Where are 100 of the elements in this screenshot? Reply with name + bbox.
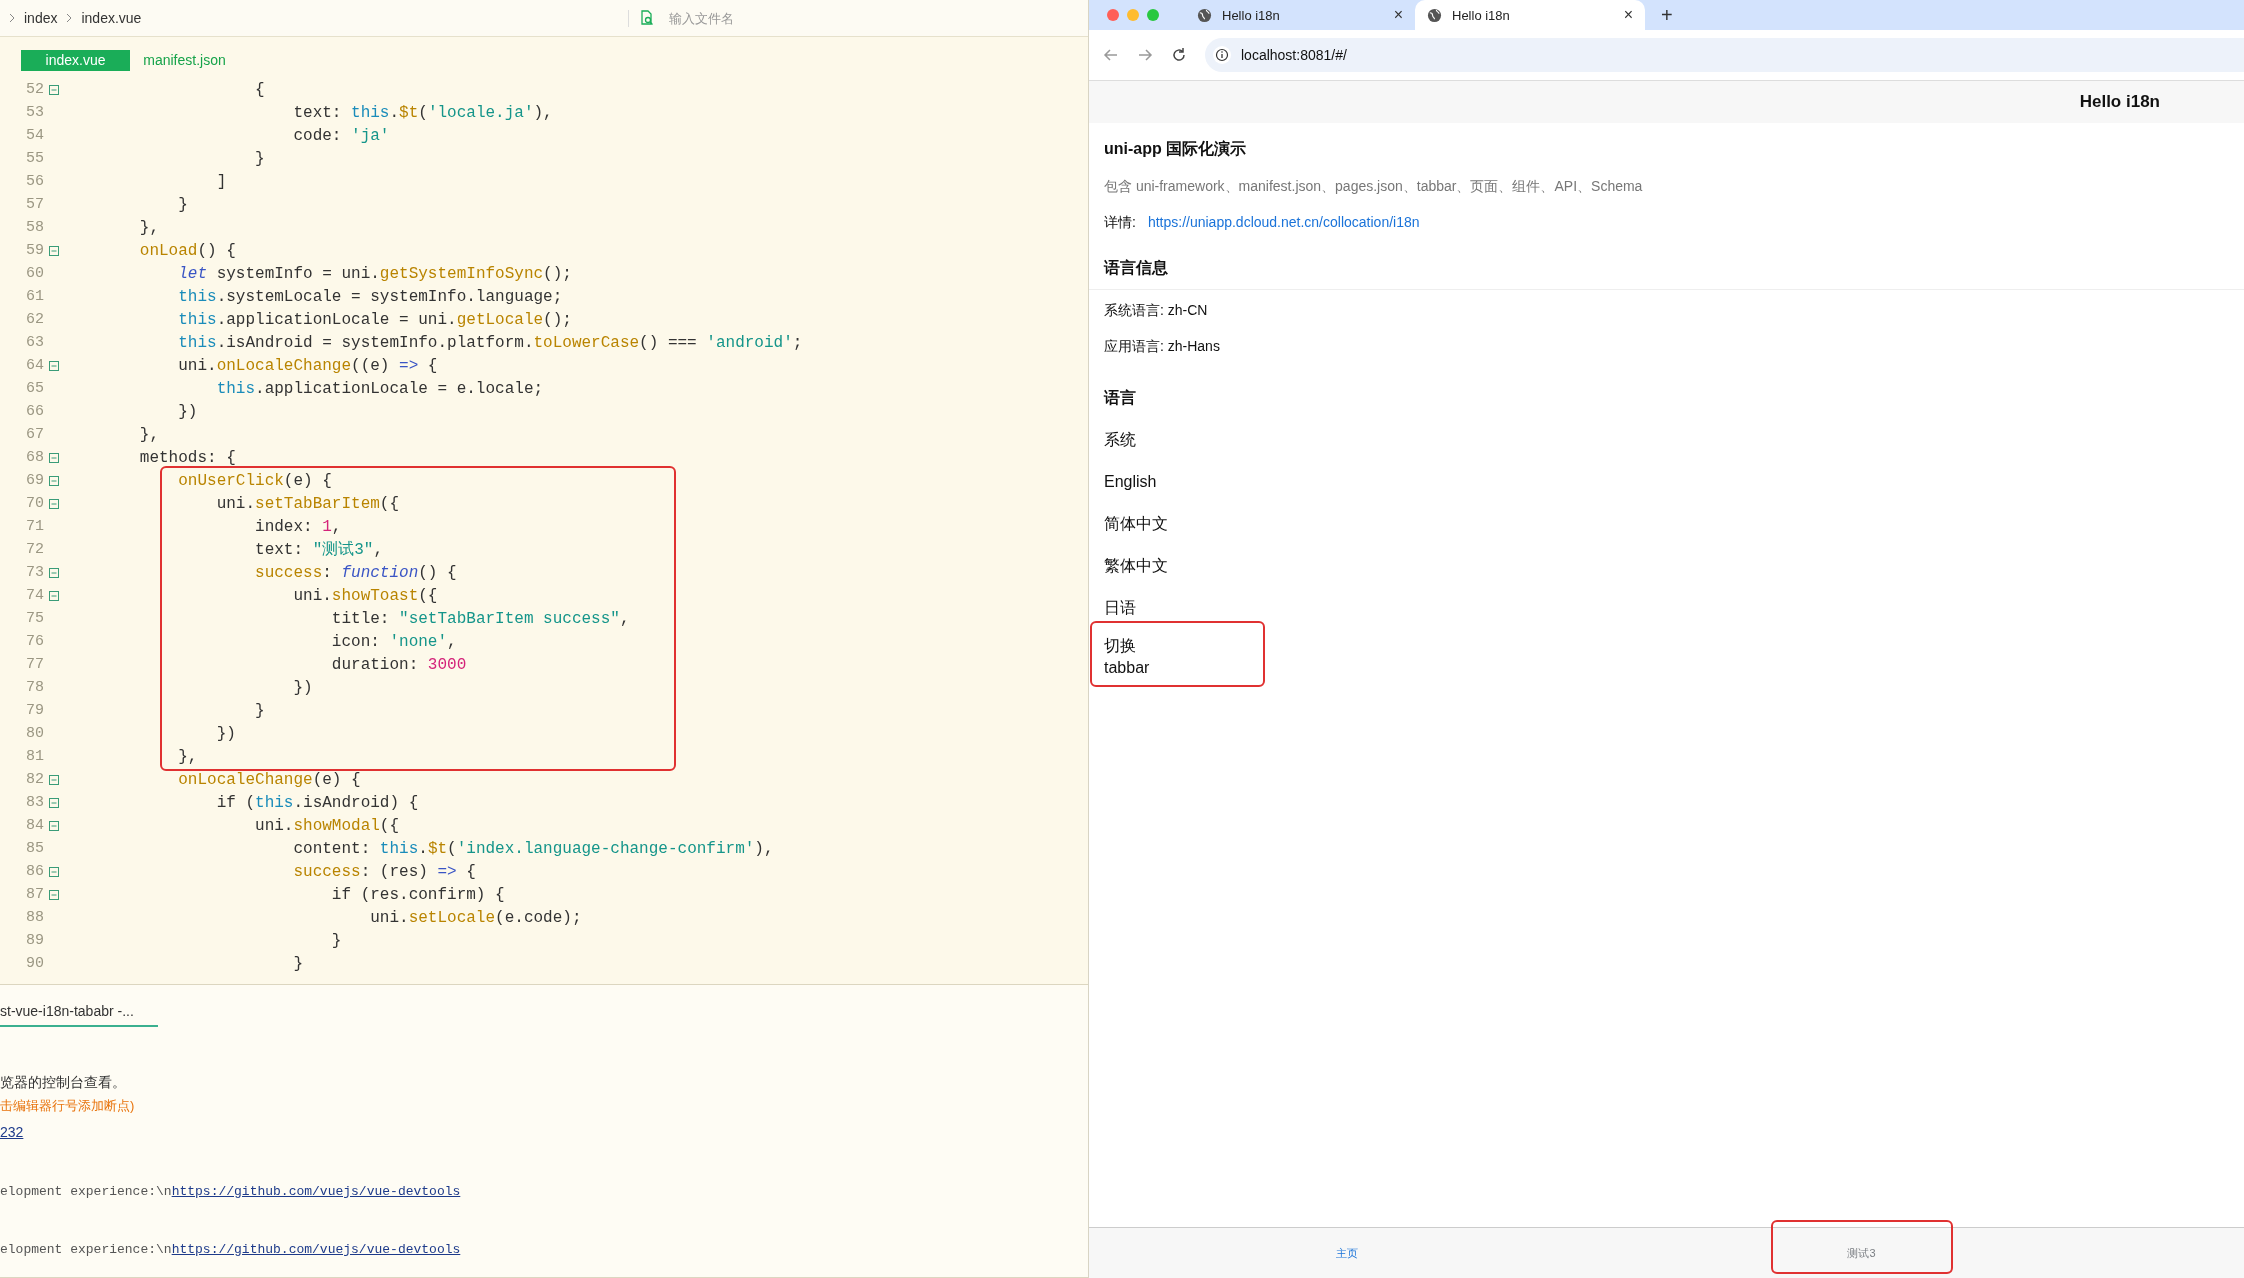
console-link[interactable]: 232: [0, 1124, 24, 1140]
fold-icon[interactable]: [48, 820, 59, 831]
detail-link[interactable]: https://uniapp.dcloud.net.cn/collocation/i18n: [1147, 214, 1420, 232]
window-close-button[interactable]: [1107, 9, 1119, 21]
line-number: 87: [25, 886, 44, 903]
reload-icon[interactable]: [1171, 47, 1187, 63]
page-title: uni-app 国际化演示: [1104, 139, 1248, 159]
line-number: 83: [25, 794, 44, 811]
forward-icon[interactable]: [1137, 47, 1153, 63]
breadcrumb-item[interactable]: index.vue: [81, 10, 142, 26]
line-number: 88: [25, 909, 44, 926]
browser-tab[interactable]: Hello i18n ×: [1185, 0, 1415, 30]
console-text: elopment experience:\n: [0, 1184, 172, 1199]
console-link[interactable]: https://github.com/vuejs/vue-devtools: [171, 1242, 461, 1257]
language-option[interactable]: 日语: [1104, 587, 1136, 629]
fold-icon[interactable]: [48, 590, 59, 601]
line-number: 84: [25, 817, 44, 834]
code-line: this.applicationLocale = e.locale;: [215, 379, 544, 398]
language-option[interactable]: 简体中文: [1104, 503, 1168, 545]
fold-icon[interactable]: [48, 245, 59, 256]
address-bar[interactable]: localhost:8081/#/: [1205, 38, 2244, 72]
code-line: uni.setLocale(e.code);: [369, 908, 582, 927]
url-text: localhost:8081/#/: [1241, 47, 1347, 63]
line-number: 81: [25, 748, 44, 765]
code-line: code: 'ja': [292, 126, 390, 145]
code-line: let systemInfo = uni.getSystemInfoSync();: [177, 264, 572, 283]
info-icon[interactable]: [1213, 46, 1231, 64]
code-line: uni.setTabBarItem({: [215, 494, 400, 513]
line-number: 64: [25, 357, 44, 374]
line-number: 62: [25, 311, 44, 328]
info-text: 系统语言: zh-CN: [1104, 302, 1209, 320]
code-line: content: this.$t('index.language-change-confirm'),: [292, 839, 774, 858]
code-line: },: [138, 218, 159, 237]
language-option[interactable]: English: [1104, 461, 1157, 503]
code-line: }): [177, 402, 198, 421]
section-heading: 语言: [1104, 388, 1137, 408]
code-line: this.isAndroid = systemInfo.platform.toLowerCase() === 'android';: [177, 333, 803, 352]
detail-label: 详情:: [1104, 214, 1136, 232]
info-text: 应用语言: zh-Hans: [1104, 338, 1221, 356]
line-number: 89: [25, 932, 44, 949]
close-tab-button[interactable]: ×: [1623, 6, 1633, 24]
close-tab-button[interactable]: ×: [1393, 6, 1403, 24]
globe-icon: [1197, 7, 1212, 23]
code-line: index: 1,: [254, 517, 342, 536]
language-option[interactable]: 系统: [1104, 419, 1136, 461]
console-link[interactable]: https://github.com/vuejs/vue-devtools: [171, 1184, 461, 1199]
back-icon[interactable]: [1103, 47, 1119, 63]
fold-icon[interactable]: [48, 84, 59, 95]
code-line: onLocaleChange(e) {: [177, 770, 361, 789]
console-text: 击编辑器行号添加断点): [0, 1098, 135, 1113]
fold-icon[interactable]: [48, 360, 59, 371]
tab-title: Hello i18n: [1222, 7, 1281, 23]
fold-icon[interactable]: [48, 889, 59, 900]
fold-icon[interactable]: [48, 567, 59, 578]
line-number: 85: [25, 840, 44, 857]
fold-icon[interactable]: [48, 866, 59, 877]
line-number: 70: [25, 495, 44, 512]
code-line: },: [177, 747, 198, 766]
language-option[interactable]: 繁体中文: [1104, 545, 1168, 587]
line-number: 82: [25, 771, 44, 788]
new-tab-button[interactable]: +: [1661, 3, 1673, 27]
line-number: 63: [25, 334, 44, 351]
line-number: 66: [25, 403, 44, 420]
line-number: 59: [25, 242, 44, 259]
code-line: text: this.$t('locale.ja'),: [292, 103, 553, 122]
code-line: }): [215, 724, 236, 743]
line-number: 71: [25, 518, 44, 535]
code-line: success: (res) => {: [292, 862, 476, 881]
code-line: duration: 3000: [330, 655, 467, 674]
code-line: icon: 'none',: [330, 632, 457, 651]
code-line: }: [292, 954, 304, 973]
tabbar-item[interactable]: 主页: [1329, 1244, 1364, 1262]
fold-icon[interactable]: [48, 797, 59, 808]
line-number: 55: [25, 150, 44, 167]
fold-icon[interactable]: [48, 774, 59, 785]
code-line: if (this.isAndroid) {: [215, 793, 419, 812]
switch-tabbar-button[interactable]: 切换 tabbar: [1090, 629, 1178, 685]
line-number: 79: [25, 702, 44, 719]
fold-icon[interactable]: [48, 498, 59, 509]
file-search-field[interactable]: 输入文件名: [667, 9, 871, 27]
fold-icon[interactable]: [48, 452, 59, 463]
line-number: 69: [25, 472, 44, 489]
console-tab[interactable]: st-vue-i18n-tababr -...: [0, 1003, 158, 1027]
line-number: 61: [25, 288, 44, 305]
tabbar-item[interactable]: 测试3: [1841, 1244, 1882, 1262]
breadcrumb-item[interactable]: index: [24, 10, 58, 26]
line-number: 90: [25, 955, 44, 972]
line-number: 58: [25, 219, 44, 236]
line-number: 57: [25, 196, 44, 213]
line-number: 68: [25, 449, 44, 466]
fold-icon[interactable]: [48, 475, 59, 486]
code-line: if (res.confirm) {: [330, 885, 505, 904]
description-text: 包含 uni-framework、manifest.json、pages.json、tabbar、页面、组件、API、Schema: [1104, 178, 1644, 196]
chevron-icon: [65, 13, 74, 23]
line-number: 53: [25, 104, 44, 121]
window-zoom-button[interactable]: [1147, 9, 1159, 21]
line-number: 60: [25, 265, 44, 282]
code-line: this.applicationLocale = uni.getLocale();: [177, 310, 572, 329]
browser-tab[interactable]: Hello i18n ×: [1415, 0, 1645, 30]
line-number: 77: [25, 656, 44, 673]
